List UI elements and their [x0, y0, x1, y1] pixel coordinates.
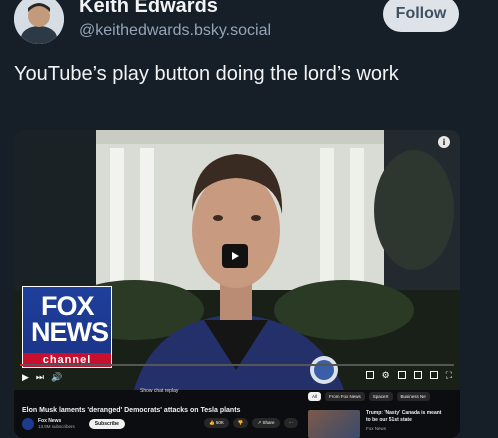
next-icon[interactable]: ⏭ [36, 372, 44, 382]
progress-bar[interactable] [20, 364, 454, 366]
settings-icon[interactable]: ⚙ [382, 370, 390, 380]
author-handle[interactable]: @keithedwards.bsky.social [79, 22, 271, 40]
author-avatar[interactable] [14, 0, 64, 44]
chat-replay-button[interactable]: Show chat replay [140, 388, 178, 394]
video-page-details: Show chat replay All From Fox News Space… [14, 388, 460, 438]
player-controls: ▶ ⏭ 🔊 ⚙ ⛶ [14, 364, 460, 390]
embedded-video[interactable]: i FOX NEWS channel ▶ ⏭ 🔊 ⚙ ⛶ Show chat r… [14, 130, 460, 438]
dislike-button[interactable]: 👎 [232, 418, 249, 428]
info-icon[interactable]: i [438, 136, 450, 148]
follow-button[interactable]: Follow [383, 0, 459, 32]
recommended-thumbnail[interactable] [308, 410, 360, 438]
video-frame[interactable]: i FOX NEWS channel ▶ ⏭ 🔊 ⚙ ⛶ [14, 130, 460, 390]
volume-icon[interactable]: 🔊 [51, 372, 62, 382]
recommended-channel: Fox News [366, 426, 387, 431]
chip-business-news[interactable]: Business Ne [396, 392, 430, 401]
video-title[interactable]: Elon Musk laments 'deranged' Democrats' … [22, 407, 240, 414]
logo-line-2: NEWS [31, 317, 109, 347]
chip-spacex[interactable]: SpaceX [368, 392, 393, 401]
subscribe-button[interactable]: Subscribe [88, 419, 125, 429]
theater-icon[interactable] [413, 371, 422, 379]
author-display-name[interactable]: Keith Edwards [79, 0, 218, 18]
play-icon [232, 252, 239, 260]
progress-fill [20, 364, 25, 366]
recommendation-chips: All From Fox News SpaceX Business Ne [308, 392, 430, 401]
share-button[interactable]: ↗ Share [252, 418, 280, 428]
like-button[interactable]: 👍 50K [204, 418, 229, 428]
play-button[interactable] [222, 244, 248, 268]
play-small-icon[interactable]: ▶ [22, 372, 29, 382]
chip-from-fox-news[interactable]: From Fox News [325, 392, 365, 401]
more-vertical-icon[interactable]: ⋯ [283, 418, 299, 428]
chip-all[interactable]: All [308, 392, 322, 401]
miniplayer-icon[interactable] [397, 371, 406, 379]
like-count: 50K [215, 420, 224, 425]
subscriber-count: 13.9M subscribers [38, 424, 75, 429]
subtitles-icon[interactable] [365, 371, 374, 379]
fullscreen-icon[interactable]: ⛶ [446, 370, 452, 380]
cast-icon[interactable] [429, 371, 438, 379]
share-label: Share [262, 420, 275, 425]
channel-avatar[interactable] [22, 418, 34, 430]
post-text: YouTube’s play button doing the lord’s w… [14, 63, 399, 85]
fox-news-logo: FOX NEWS channel [22, 286, 112, 368]
recommended-title[interactable]: Trump: 'Nasty' Canada is meant to be our… [366, 410, 446, 424]
